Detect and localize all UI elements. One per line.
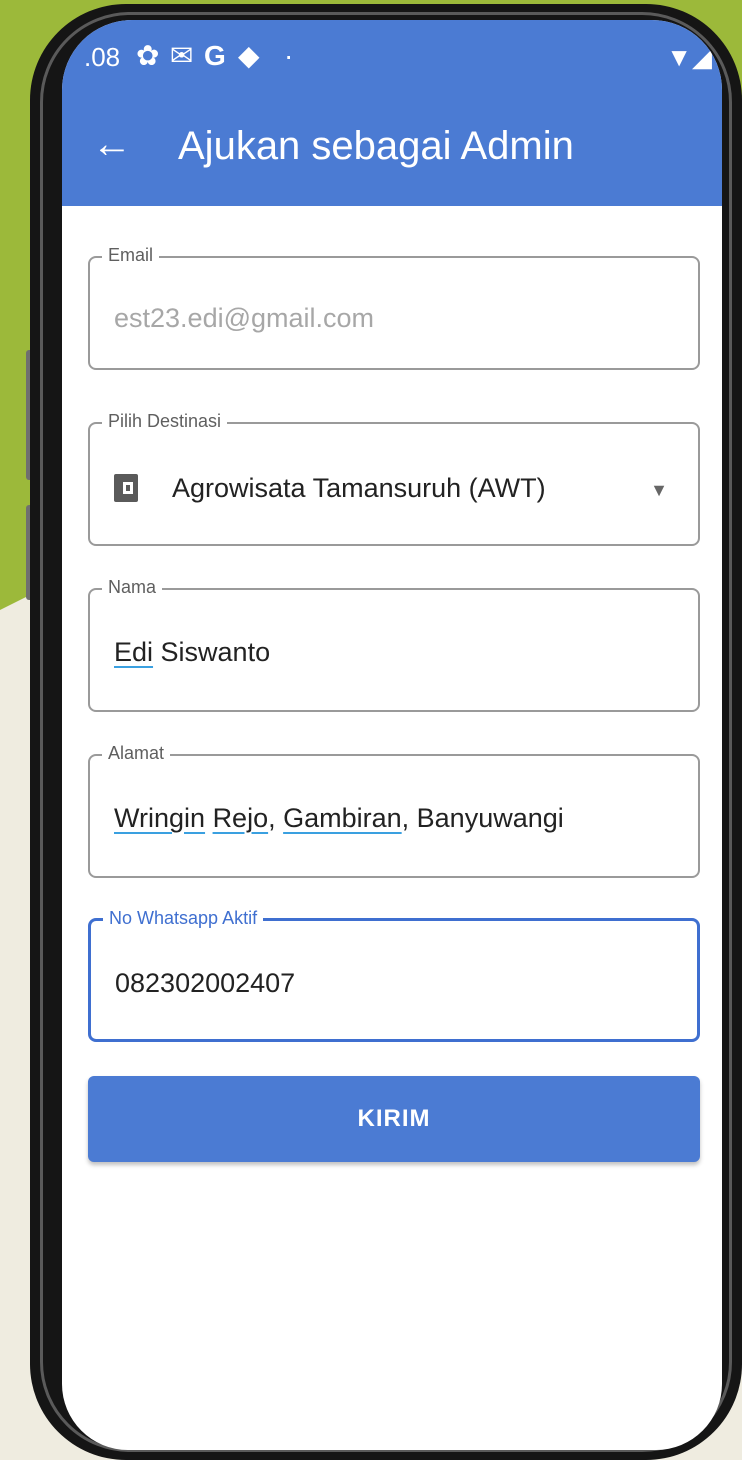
dropdown-caret-icon[interactable]: ▼: [650, 480, 668, 501]
destinasi-value: Agrowisata Tamansuruh (AWT): [172, 473, 546, 503]
alamat-value-part: [205, 803, 213, 833]
page-title: Ajukan sebagai Admin: [178, 124, 574, 168]
back-arrow-icon[interactable]: ←: [92, 124, 132, 164]
alamat-value: Wringin Rejo, Gambiran, Banyuwangi: [114, 802, 564, 834]
kirim-button-label: KIRIM: [357, 1105, 431, 1132]
google-icon: G: [204, 40, 226, 71]
email-label: Email: [102, 244, 160, 266]
destinasi-select[interactable]: Pilih Destinasi Agrowisata Tamansuruh (A…: [88, 410, 700, 546]
signal-icon: ▼◢: [666, 42, 712, 72]
status-bar: .08 ✿ ✉ G ◆ · ▼◢: [62, 38, 722, 78]
whatsapp-value: 082302002407: [115, 968, 296, 998]
nama-field[interactable]: Nama Edi Siswanto: [88, 576, 700, 712]
alamat-value-part: , Banyuwangi: [401, 803, 564, 833]
nama-value-part: Siswanto: [153, 637, 271, 667]
app-bar: .08 ✿ ✉ G ◆ · ▼◢ ← Ajukan sebagai Admin: [62, 20, 722, 206]
phone-screen: .08 ✿ ✉ G ◆ · ▼◢ ← Ajukan sebagai Admin …: [62, 20, 722, 1450]
alamat-value-part: Rejo: [212, 803, 269, 833]
alamat-value-part: Wringin: [114, 803, 206, 833]
dot-icon: ·: [284, 40, 294, 71]
alamat-value-part: Gambiran: [283, 803, 402, 833]
nama-label: Nama: [102, 576, 163, 598]
settings-icon: ✿: [136, 40, 160, 71]
alamat-label: Alamat: [102, 742, 171, 764]
alamat-field[interactable]: Alamat Wringin Rejo, Gambiran, Banyuwang…: [88, 742, 700, 878]
email-value: est23.edi@gmail.com: [114, 303, 375, 333]
email-field[interactable]: Email est23.edi@gmail.com: [88, 244, 700, 370]
status-time: .08: [84, 42, 121, 72]
nama-value: Edi Siswanto: [114, 636, 270, 668]
gmail-icon: ✉: [170, 40, 194, 71]
whatsapp-field[interactable]: No Whatsapp Aktif 082302002407: [88, 907, 700, 1042]
alamat-value-part: ,: [268, 803, 284, 833]
whatsapp-label: No Whatsapp Aktif: [103, 907, 264, 929]
nama-value-part: Edi: [114, 637, 154, 667]
shield-icon: ◆: [238, 40, 260, 71]
kirim-button[interactable]: KIRIM: [88, 1076, 700, 1162]
wallet-icon: [114, 474, 138, 502]
destinasi-label: Pilih Destinasi: [102, 410, 228, 432]
